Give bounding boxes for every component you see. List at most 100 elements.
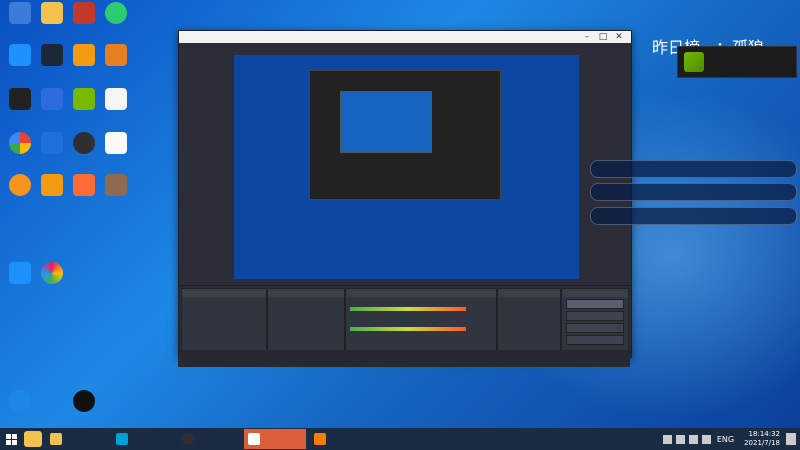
desktop-icon[interactable]: [100, 88, 132, 126]
desktop-icon[interactable]: [36, 88, 68, 126]
taskbar-clock[interactable]: 18:14:32 2021/7/18: [744, 430, 780, 448]
control-button[interactable]: [566, 323, 624, 333]
taskbar-item[interactable]: [244, 429, 306, 449]
menu-item[interactable]: [255, 44, 275, 52]
maximize-button[interactable]: □: [595, 31, 611, 43]
nested-obs-preview: [309, 70, 501, 200]
desktop-icon[interactable]: [36, 174, 68, 212]
taskbar-item-label: [263, 435, 302, 443]
desktop-icon[interactable]: [4, 44, 36, 82]
desktop-icon-label: [4, 415, 36, 423]
desktop-icon[interactable]: [36, 44, 68, 82]
desktop-icon[interactable]: [100, 132, 132, 170]
folder-icon: [50, 433, 62, 445]
volume-icon[interactable]: [701, 434, 711, 444]
network-icon[interactable]: [688, 434, 698, 444]
taskbar-item-label: [329, 435, 378, 443]
audio-mixer-panel: [345, 288, 497, 356]
desktop-icon[interactable]: [68, 44, 100, 82]
cpu-z-icon: [9, 88, 31, 110]
desktop-icon[interactable]: [68, 132, 100, 170]
desktop-icon-label: [36, 113, 68, 121]
control-button[interactable]: [566, 299, 624, 309]
app-icon: [73, 2, 95, 24]
folder-icon: [41, 2, 63, 24]
desktop-icon-label: [36, 199, 68, 207]
chrome-icon: [9, 132, 31, 154]
desktop-icon[interactable]: [100, 174, 132, 212]
taskbar-item[interactable]: [46, 429, 108, 449]
desktop-icon-label: [4, 287, 36, 295]
menu-item[interactable]: [231, 44, 251, 52]
desktop-icon[interactable]: [68, 88, 100, 126]
desktop-icon-label: [36, 69, 68, 77]
close-button[interactable]: ✕: [611, 31, 627, 43]
desktop-icon[interactable]: [4, 132, 36, 170]
menu-item[interactable]: [303, 44, 323, 52]
obs-dock-panels: [179, 285, 631, 358]
desktop-icon[interactable]: [68, 174, 100, 212]
obs-icon: [73, 132, 95, 154]
shield-icon: [41, 132, 63, 154]
desktop-icon[interactable]: [4, 174, 36, 212]
obs-window[interactable]: – □ ✕: [178, 30, 632, 358]
obs-preview-canvas[interactable]: [234, 55, 579, 279]
taskbar-item[interactable]: [112, 429, 174, 449]
menu-item[interactable]: [183, 44, 203, 52]
desktop-icon-label: [36, 287, 68, 295]
obs-titlebar[interactable]: – □ ✕: [179, 31, 631, 43]
input-language[interactable]: ENG: [717, 435, 734, 444]
obs-menubar: [179, 43, 631, 53]
ie-icon: [9, 390, 31, 412]
desktop-icon[interactable]: [36, 132, 68, 170]
scenes-panel: [181, 288, 267, 356]
geforce-toast: [677, 46, 797, 78]
desktop-icon[interactable]: [100, 44, 132, 82]
desktop-icon-label: [4, 27, 36, 35]
taskbar-item[interactable]: [310, 429, 382, 449]
control-button[interactable]: [566, 311, 624, 321]
wechat-icon: [105, 2, 127, 24]
desktop-icon-label: [4, 113, 36, 121]
desktop-icon-grid: [0, 0, 130, 428]
minimize-button[interactable]: –: [579, 31, 595, 43]
app-icon: [9, 262, 31, 284]
desktop-icon[interactable]: [100, 2, 132, 40]
obs-window-title: [183, 32, 579, 42]
nvidia-logo-icon: [684, 52, 704, 72]
desktop-icon[interactable]: [4, 2, 36, 40]
transitions-panel-header: [498, 289, 560, 297]
desktop-icon[interactable]: [4, 262, 36, 300]
tray-icon[interactable]: [662, 434, 672, 444]
menu-item[interactable]: [279, 44, 299, 52]
sources-panel: [267, 288, 345, 356]
desktop-icon-label: [100, 27, 132, 35]
desktop-icon[interactable]: [68, 2, 100, 40]
app-icon: [105, 44, 127, 66]
desktop-icon[interactable]: [4, 390, 36, 428]
taskbar-item[interactable]: [178, 429, 240, 449]
document-icon: [105, 132, 127, 154]
control-button[interactable]: [566, 335, 624, 345]
tray-icon[interactable]: [675, 434, 685, 444]
notification-icon[interactable]: [786, 433, 796, 445]
desktop-icon[interactable]: [36, 2, 68, 40]
taskbar: ENG 18:14:32 2021/7/18: [0, 428, 800, 450]
desktop-icon[interactable]: [36, 262, 68, 300]
file-explorer-icon[interactable]: [24, 431, 42, 447]
steam-icon: [41, 44, 63, 66]
menu-item[interactable]: [207, 44, 227, 52]
app-icon: [105, 88, 127, 110]
desktop-icon-label: [36, 27, 68, 35]
audio-level-meter: [350, 327, 466, 331]
app-icon: [41, 262, 63, 284]
app-icon: [73, 174, 95, 196]
desktop-icon[interactable]: [68, 390, 100, 428]
desktop-icon-label: [100, 113, 132, 121]
menu-item[interactable]: [327, 44, 347, 52]
system-tray: ENG 18:14:32 2021/7/18: [661, 428, 800, 450]
start-button[interactable]: [0, 428, 22, 450]
desktop-icon[interactable]: [4, 88, 36, 126]
desktop-icon-label: [68, 199, 100, 207]
desktop-icon-label: [100, 157, 132, 165]
